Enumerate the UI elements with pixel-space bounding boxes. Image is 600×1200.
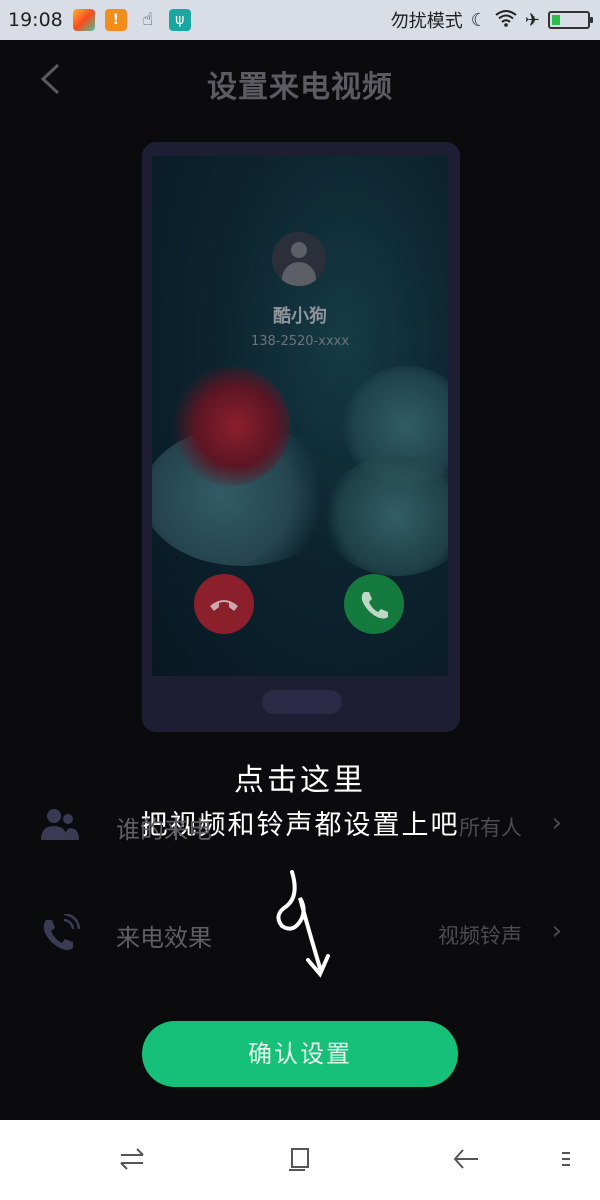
- avatar: [272, 232, 326, 286]
- dancer-decoration: [170, 366, 290, 486]
- battery-icon: [548, 11, 593, 29]
- back-arrow-icon[interactable]: [446, 1144, 486, 1176]
- ringing-phone-icon: [40, 912, 81, 952]
- settings-row-value: 所有人: [459, 816, 522, 840]
- caller-name: 酷小狗: [273, 306, 327, 327]
- wave-decoration: [322, 456, 448, 576]
- home-key: [262, 690, 342, 714]
- confirm-settings-button[interactable]: 确认设置: [142, 1021, 458, 1087]
- moon-icon: ☾: [470, 9, 487, 31]
- photos-icon: [72, 9, 95, 31]
- chevron-right-icon: ›: [551, 916, 562, 946]
- decline-button: [194, 574, 254, 634]
- dnd-label: 勿扰模式: [390, 11, 463, 32]
- hang-up-icon: [210, 600, 238, 611]
- phone-icon: [361, 592, 388, 619]
- warning-icon: !: [104, 9, 127, 31]
- settings-row-who[interactable]: 谁的来电 所有人 ›: [0, 790, 600, 860]
- caller-number: 138-2520-xxxx: [250, 334, 350, 349]
- menu-icon[interactable]: [546, 1144, 586, 1176]
- header: 设置来电视频: [0, 40, 600, 122]
- switch-apps-icon[interactable]: [112, 1144, 152, 1176]
- call-preview-phone: 酷小狗 138-2520-xxxx: [142, 142, 460, 732]
- settings-row-label: 来电效果: [116, 924, 212, 952]
- chevron-right-icon: ›: [551, 808, 562, 838]
- touch-icon: ☝: [142, 9, 154, 30]
- settings-row-value: 视频铃声: [438, 924, 522, 948]
- accept-button: [344, 574, 404, 634]
- call-preview-screen: 酷小狗 138-2520-xxxx: [152, 156, 448, 676]
- contacts-icon: [40, 806, 80, 844]
- wifi-icon: [495, 9, 517, 32]
- status-bar: 19:08 ! ☝ ψ 勿扰模式 ☾ ✈: [0, 0, 600, 40]
- settings-row-effect[interactable]: 来电效果 视频铃声 ›: [0, 898, 600, 968]
- usb-icon: ψ: [168, 9, 191, 31]
- home-square-icon[interactable]: [280, 1144, 320, 1176]
- airplane-icon: ✈: [524, 9, 540, 31]
- page-title: 设置来电视频: [207, 70, 393, 105]
- status-time: 19:08: [8, 9, 63, 31]
- settings-row-label: 谁的来电: [116, 816, 212, 844]
- navigation-bar: [0, 1120, 600, 1200]
